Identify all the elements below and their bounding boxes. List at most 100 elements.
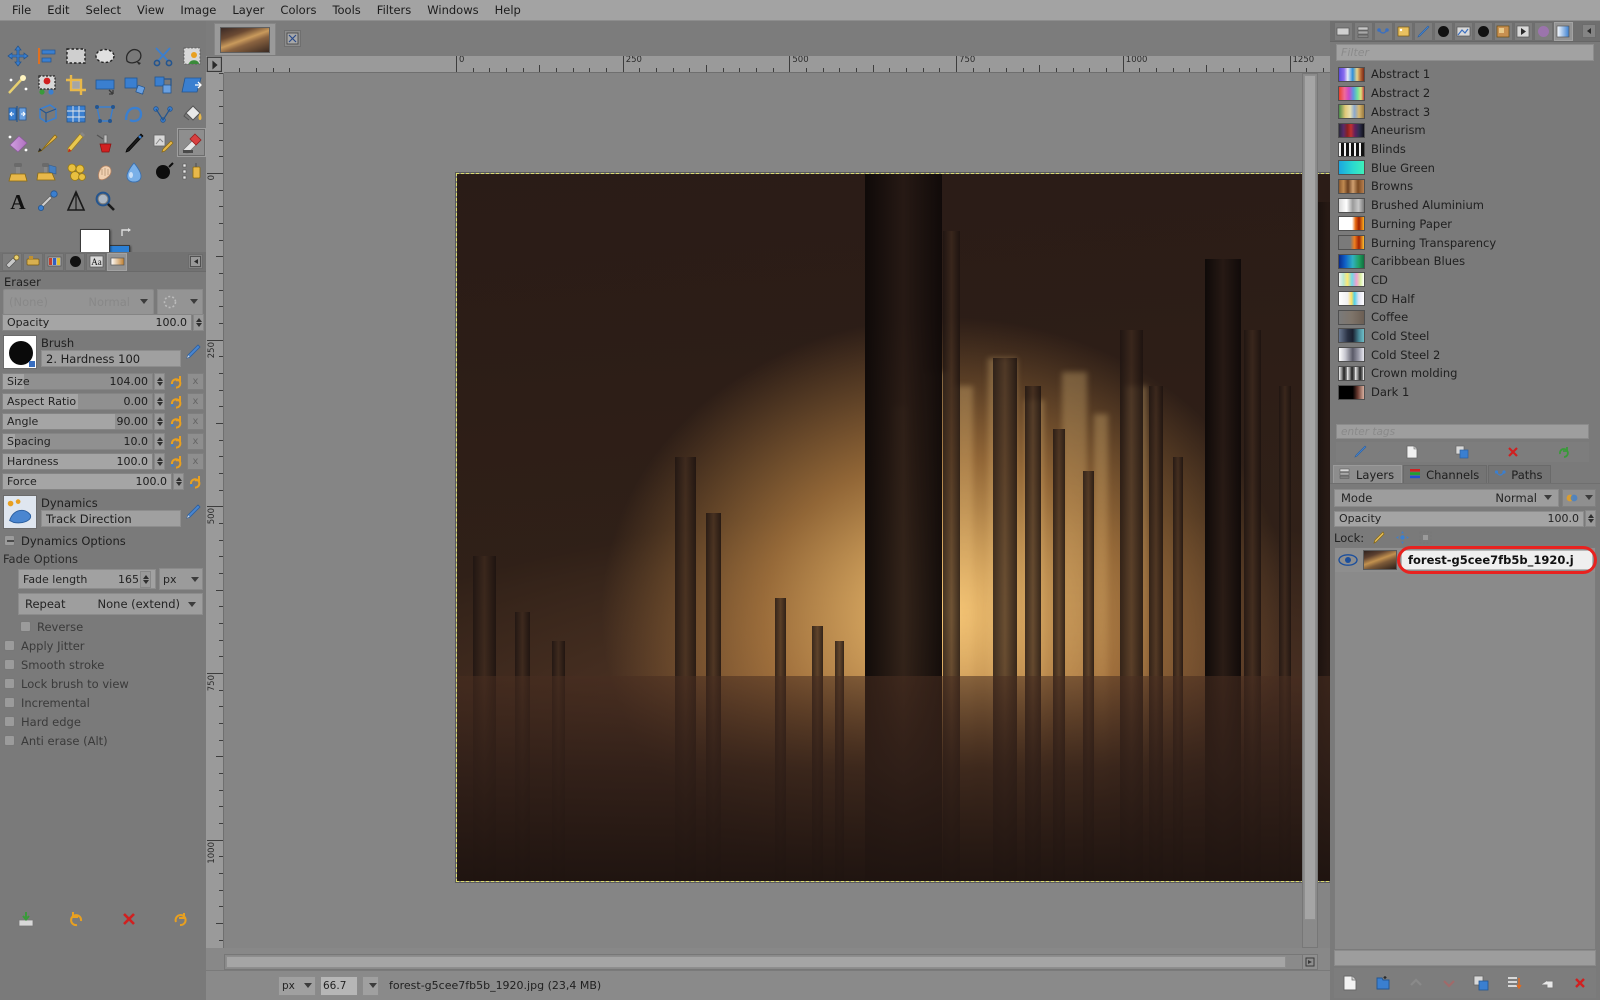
airbrush-tool[interactable] [90,128,119,157]
gradient-item[interactable]: Dark 1 [1336,383,1589,402]
checkbox-hard-edge[interactable]: Hard edge [0,712,206,731]
gradient-item[interactable]: Abstract 3 [1336,102,1589,121]
dock-menu-button[interactable] [1582,24,1596,38]
gradient-item[interactable]: Browns [1336,177,1589,196]
menu-colors[interactable]: Colors [272,1,324,19]
eraser-tool[interactable] [177,128,206,157]
slider-hardness[interactable]: Hardness 100.0 [2,453,153,470]
reset-tool-options-icon[interactable] [155,904,207,934]
tab-layers[interactable]: Layers [1333,465,1403,483]
slider-angle[interactable]: Angle 90.00 [2,413,153,430]
layer-name-field[interactable]: forest-g5cee7fb5b_1920.j [1401,550,1593,570]
heal-tool[interactable] [61,157,90,186]
checkbox-lock-brush-to-view[interactable]: Lock brush to view [0,674,206,693]
reset-to-default-icon[interactable] [168,393,185,410]
dock-tab-tool-options[interactable] [1334,21,1353,41]
repeat-combo[interactable]: Repeat None (extend) [18,593,203,615]
warp-transform-tool[interactable] [119,70,148,99]
move-tool[interactable] [3,41,32,70]
lock-position-icon[interactable] [1395,530,1410,545]
gradient-item[interactable]: CD Half [1336,289,1589,308]
image-canvas[interactable] [456,173,1330,882]
menu-edit[interactable]: Edit [39,1,77,19]
close-image-icon[interactable] [284,30,301,47]
restore-tool-preset-icon[interactable] [52,904,104,934]
rotate-tool[interactable] [148,70,177,99]
perspective-clone-tool[interactable] [32,157,61,186]
canvas-vertical-scrollbar[interactable] [1302,73,1318,948]
shear-tool[interactable] [177,70,206,99]
duplicate-layer-icon[interactable] [1465,970,1498,996]
reset-to-default-icon[interactable] [168,433,185,450]
measure-tool[interactable] [177,157,206,186]
link-dynamics-button[interactable]: x [187,373,204,390]
gradient-item[interactable]: Cold Steel [1336,327,1589,346]
slider-spinner[interactable] [154,453,165,470]
new-layer-group-icon[interactable] [1367,970,1400,996]
delete-layer-icon[interactable] [1563,970,1596,996]
pencil-tool[interactable] [61,128,90,157]
duplicate-gradient-icon[interactable] [1437,443,1488,461]
select-by-color-tool[interactable] [32,70,61,99]
checkbox-anti-erase-alt[interactable]: Anti erase (Alt) [0,731,206,750]
dock-tab-patterns[interactable] [1494,21,1513,41]
slider-spinner[interactable] [154,373,165,390]
clone-tool[interactable] [3,157,32,186]
foreground-select-tool[interactable] [177,41,206,70]
fade-length-spinner[interactable] [140,570,151,588]
fuzzy-select-tool[interactable] [3,70,32,99]
lower-layer-icon[interactable] [1432,970,1465,996]
layer-mode-combo[interactable]: Mode Normal [1334,488,1559,507]
layer-visibility-icon[interactable] [1337,551,1359,569]
free-select-tool[interactable] [119,41,148,70]
gradient-item[interactable]: Crown molding [1336,364,1589,383]
zoom-tool[interactable] [90,186,119,215]
ruler-origin-button[interactable] [206,56,224,73]
menu-select[interactable]: Select [78,1,129,19]
3d-transform-tool[interactable] [32,99,61,128]
checkbox-apply-jitter[interactable]: Apply Jitter [0,636,206,655]
dock-tab-gradients[interactable] [107,252,127,271]
layer-list[interactable]: forest-g5cee7fb5b_1920.j [1334,546,1597,950]
slider-force[interactable]: Force 100.0 [2,473,172,490]
anchor-layer-icon[interactable] [1498,970,1531,996]
dock-tab-fonts[interactable]: Aa [86,252,106,271]
merge-layer-icon[interactable] [1531,970,1564,996]
dock-tab-palettes[interactable] [1534,21,1553,41]
dock-menu-button[interactable] [188,254,203,269]
brush-value[interactable]: 2. Hardness 100 [41,350,181,367]
delete-gradient-icon[interactable] [1488,443,1539,461]
lock-alpha-icon[interactable] [1418,530,1433,545]
slider-spinner[interactable] [154,413,165,430]
dock-tab-images[interactable] [1394,21,1413,41]
transform-tool[interactable] [90,70,119,99]
vertical-ruler[interactable]: 025050075010001250 [206,73,224,948]
raise-layer-icon[interactable] [1400,970,1433,996]
image-tab[interactable] [214,23,276,55]
link-dynamics-button[interactable]: x [187,453,204,470]
opacity-spinner[interactable] [193,314,204,331]
gradient-item[interactable]: Caribbean Blues [1336,252,1589,271]
gradient-item[interactable]: Abstract 1 [1336,65,1589,84]
dock-tab-undo-history[interactable] [44,252,64,271]
gradient-tool[interactable] [3,128,32,157]
fade-unit-combo[interactable]: px [159,568,203,590]
opacity-slider[interactable]: Opacity 100.0 [2,314,192,331]
paintbrush-tool[interactable] [32,128,61,157]
slider-size[interactable]: Size 104.00 [2,373,153,390]
layer-opacity-spinner[interactable] [1585,510,1596,527]
menu-filters[interactable]: Filters [369,1,419,19]
bucket-fill-tool[interactable] [177,99,206,128]
gradient-item[interactable]: Aneurism [1336,121,1589,140]
dock-tab-tool-options[interactable] [2,252,22,271]
tag-input[interactable]: enter tags [1336,424,1589,439]
dock-tab-pointer[interactable] [1454,21,1473,41]
canvas-horizontal-scrollbar[interactable] [224,954,1312,970]
fade-length-field[interactable]: Fade length 165 [18,569,156,589]
gradient-item[interactable]: Coffee [1336,308,1589,327]
gradient-item[interactable]: Abstract 2 [1336,84,1589,103]
dynamics-edit-icon[interactable] [185,503,203,521]
zoom-input[interactable]: 66.7 [320,975,358,996]
dock-tab-device-status[interactable] [23,252,43,271]
gradient-item[interactable]: Blinds [1336,140,1589,159]
